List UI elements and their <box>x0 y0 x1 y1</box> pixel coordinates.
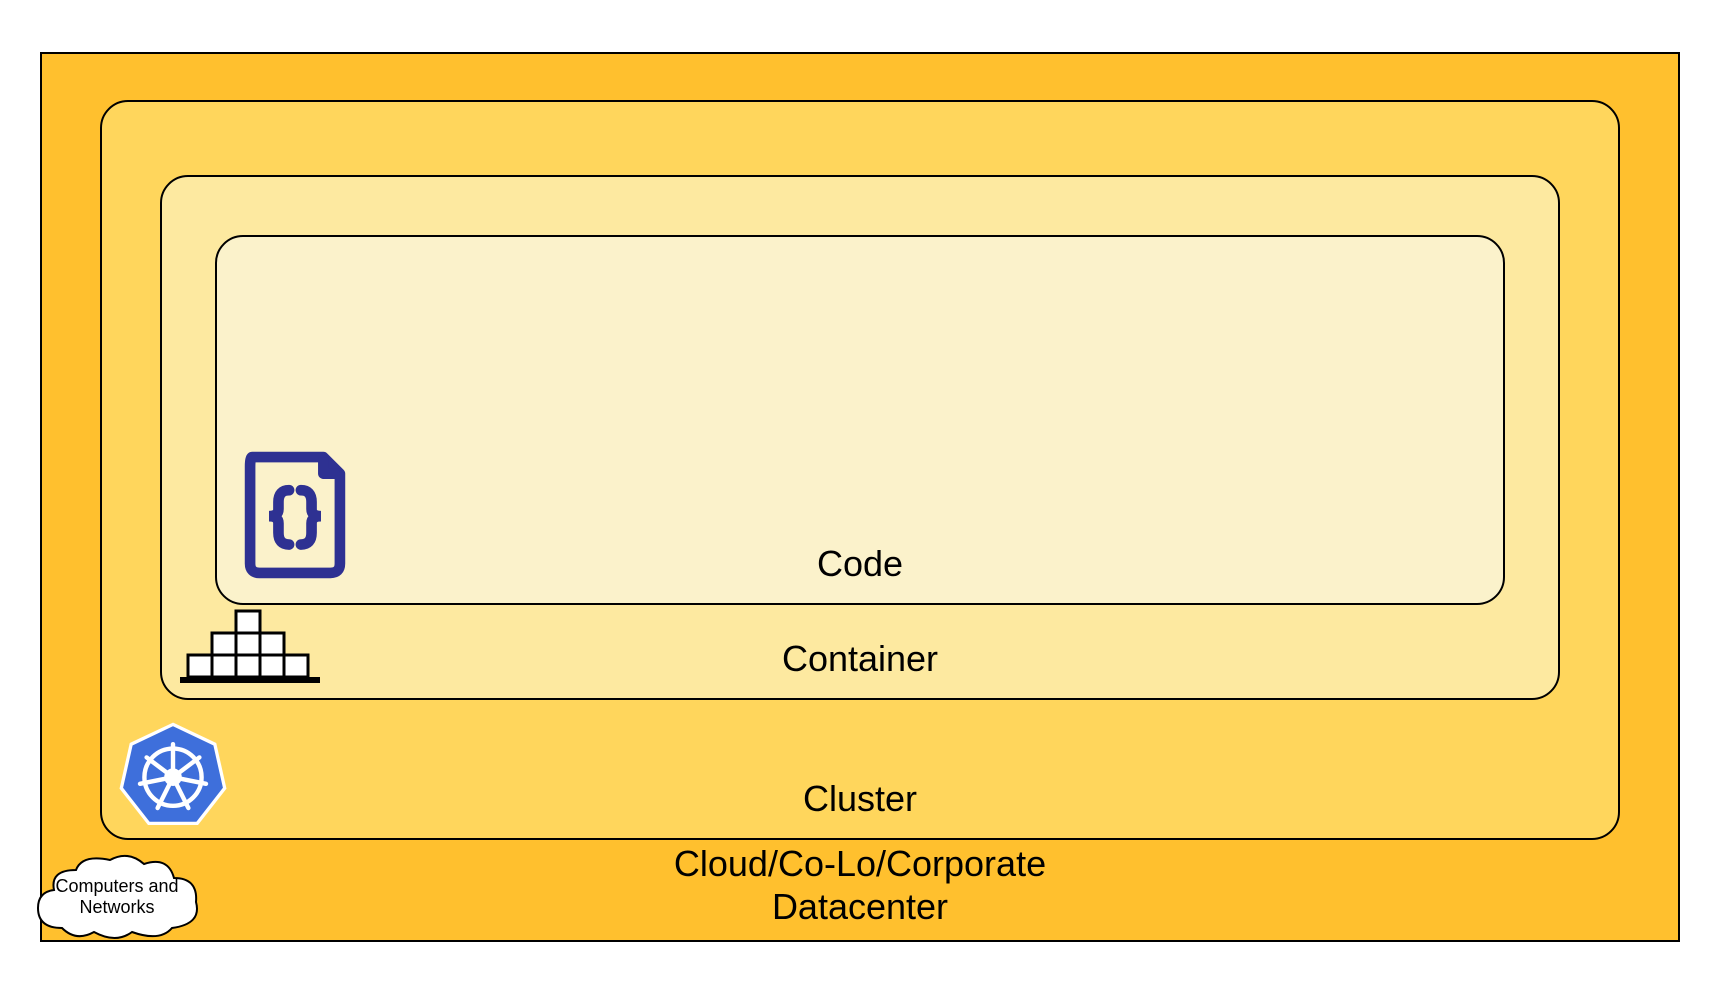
code-file-icon <box>235 450 355 580</box>
layer-label-cluster: Cluster <box>102 777 1618 820</box>
cloud-caption: Computers and Networks <box>37 876 197 918</box>
kubernetes-icon <box>118 720 228 830</box>
layer-label-datacenter: Cloud/Co-Lo/Corporate Datacenter <box>42 842 1678 928</box>
docker-containers-icon <box>180 605 320 695</box>
layer-label-container: Container <box>162 637 1558 680</box>
diagram-canvas: Cloud/Co-Lo/Corporate Datacenter Cluster… <box>0 0 1720 992</box>
layer-code: Code <box>215 235 1505 605</box>
cloud-icon: Computers and Networks <box>32 850 202 945</box>
layer-label-code: Code <box>217 542 1503 585</box>
